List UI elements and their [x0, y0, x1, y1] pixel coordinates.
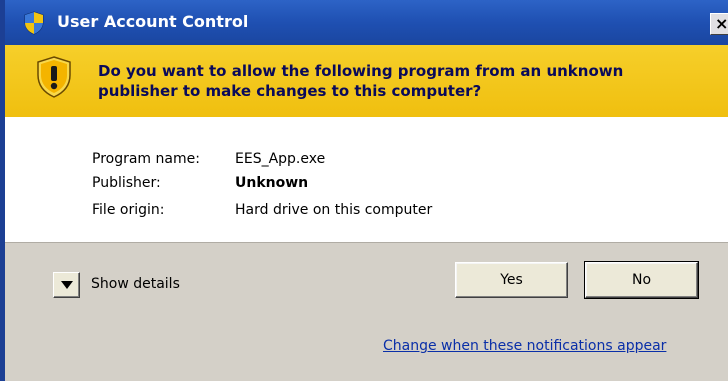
publisher-value: Unknown [235, 175, 309, 191]
change-notifications-link[interactable]: Change when these notifications appear [383, 338, 666, 354]
file-origin-label: File origin: [92, 202, 165, 218]
program-name-row: Program name: EES_App.exe [92, 151, 325, 167]
show-details-label[interactable]: Show details [91, 276, 180, 292]
publisher-row: Publisher: Unknown [92, 175, 308, 191]
window-title: User Account Control [57, 12, 249, 31]
show-details-button[interactable] [53, 272, 80, 298]
title-bar[interactable]: User Account Control × [5, 0, 728, 45]
warning-banner: Do you want to allow the following progr… [5, 45, 728, 117]
uac-dialog: User Account Control × Do you want to al… [0, 0, 728, 381]
file-origin-value: Hard drive on this computer [235, 202, 433, 218]
program-name-value: EES_App.exe [235, 151, 326, 167]
program-info-panel: Program name: EES_App.exe Publisher: Unkno… [5, 117, 728, 242]
program-name-label: Program name: [92, 151, 200, 167]
no-button[interactable]: No [584, 261, 699, 299]
file-origin-row: File origin: Hard drive on this computer [92, 202, 432, 218]
publisher-label: Publisher: [92, 175, 161, 191]
uac-shield-icon [24, 11, 44, 35]
warning-shield-icon [37, 56, 71, 98]
yes-button[interactable]: Yes [455, 262, 568, 298]
warning-message: Do you want to allow the following progr… [98, 62, 624, 100]
chevron-down-icon [61, 281, 73, 289]
close-button[interactable]: × [710, 13, 728, 35]
